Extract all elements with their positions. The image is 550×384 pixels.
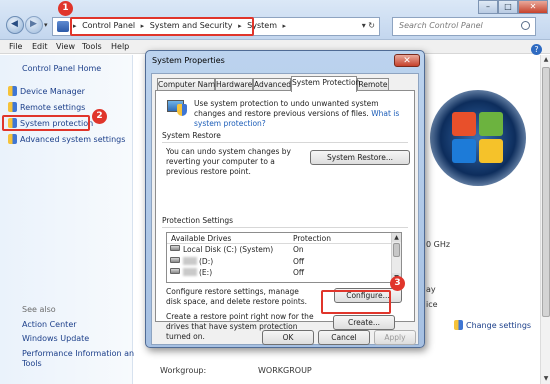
window-controls: – □ ✕ [478, 0, 548, 14]
scroll-thumb[interactable] [542, 67, 550, 317]
shield-icon [8, 86, 17, 96]
divider [162, 142, 408, 143]
system-protection-highlight [2, 115, 90, 131]
intro-description: Use system protection to undo unwanted s… [194, 99, 379, 118]
drive-icon [170, 268, 180, 274]
maximize-button[interactable]: □ [498, 0, 518, 14]
column-protection[interactable]: Protection [293, 234, 331, 243]
drives-list-header: Available Drives Protection [167, 233, 391, 244]
configure-description: Configure restore settings, manage disk … [166, 287, 308, 306]
system-restore-group-title: System Restore [162, 131, 221, 140]
workgroup-value: WORKGROUP [258, 366, 312, 375]
drive-row[interactable]: Local Disk (C:) (System) On [167, 245, 391, 255]
processor-speed-fragment: 0 GHz [426, 240, 451, 249]
recent-pages-dropdown-icon[interactable]: ▾ [44, 21, 48, 29]
system-protection-panel: Use system protection to undo unwanted s… [155, 90, 415, 341]
dialog-close-button[interactable]: ✕ [394, 54, 420, 67]
forward-arrow-icon: ▶ [30, 19, 37, 29]
windows-logo [430, 90, 526, 186]
sidebar-item-device-manager[interactable]: Device Manager [8, 86, 85, 96]
drive-name: (D:) [199, 257, 214, 266]
explorer-titlebar: ◀ ▶ ▾ ▸ Control Panel ▸ System and Secur… [0, 0, 550, 40]
drives-list[interactable]: Available Drives Protection Local Disk (… [166, 232, 402, 283]
change-settings-label: Change settings [466, 321, 532, 330]
forward-button[interactable]: ▶ [25, 16, 43, 34]
column-available-drives[interactable]: Available Drives [171, 234, 231, 243]
display-fragment: ay [426, 285, 436, 294]
search-icon [521, 21, 530, 30]
intro-text: Use system protection to undo unwanted s… [194, 99, 404, 129]
redacted-drive-label [183, 268, 197, 276]
menu-view[interactable]: View [56, 42, 75, 51]
sidebar-item-advanced-system-settings[interactable]: Advanced system settings [8, 134, 125, 144]
protection-settings-group-title: Protection Settings [162, 216, 234, 225]
minimize-button[interactable]: – [478, 0, 498, 14]
menu-help[interactable]: Help [111, 42, 129, 51]
search-input[interactable]: Search Control Panel [392, 17, 536, 36]
drive-protection: Off [293, 257, 305, 266]
sidebar-link-action-center[interactable]: Action Center [22, 320, 77, 329]
cancel-button[interactable]: Cancel [318, 330, 370, 345]
help-icon[interactable]: ? [531, 44, 542, 55]
change-settings-link[interactable]: Change settings [454, 320, 531, 330]
sidebar-item-label: Device Manager [20, 87, 85, 96]
breadcrumb-separator[interactable]: ▸ [283, 22, 287, 30]
dialog-title: System Properties [152, 56, 225, 65]
refresh-icon[interactable]: ▾ ↻ [362, 21, 375, 30]
content-scrollbar[interactable]: ▲ ▼ [540, 55, 550, 384]
drive-protection: Off [293, 268, 305, 277]
drive-name: Local Disk (C:) (System) [183, 245, 274, 254]
create-button[interactable]: Create... [333, 315, 395, 330]
menu-tools[interactable]: Tools [82, 42, 102, 51]
menu-file[interactable]: File [9, 42, 22, 51]
system-restore-button[interactable]: System Restore... [310, 150, 410, 165]
system-restore-description: You can undo system changes by reverting… [166, 147, 291, 176]
scroll-up-arrow-icon[interactable]: ▲ [392, 233, 401, 242]
sidebar-item-label: Remote settings [20, 103, 86, 112]
shield-icon [8, 102, 17, 112]
windows-flag-icon [452, 112, 504, 164]
control-panel-icon [57, 21, 69, 32]
device-fragment: ice [426, 300, 438, 309]
drive-icon [170, 245, 180, 251]
scroll-up-arrow-icon[interactable]: ▲ [541, 55, 550, 65]
apply-button[interactable]: Apply [374, 330, 416, 345]
sidebar-item-label: Advanced system settings [20, 135, 126, 144]
scroll-down-arrow-icon[interactable]: ▼ [541, 374, 550, 384]
system-protection-icon [167, 98, 187, 116]
see-also-heading: See also [22, 305, 56, 314]
divider [162, 227, 408, 228]
breadcrumb-highlight [70, 17, 254, 36]
drive-row[interactable]: (E:) Off [167, 268, 391, 278]
drive-name: (E:) [199, 268, 213, 277]
back-arrow-icon: ◀ [11, 19, 18, 29]
step-badge-1: 1 [58, 1, 73, 16]
shield-icon [8, 134, 17, 144]
tab-system-protection[interactable]: System Protection [291, 76, 360, 92]
sidebar-item-remote-settings[interactable]: Remote settings [8, 102, 85, 112]
drive-protection: On [293, 245, 304, 254]
create-button-highlight [321, 290, 391, 314]
close-button[interactable]: ✕ [518, 0, 548, 14]
sidebar-link-performance-information[interactable]: Performance Information and [22, 349, 139, 358]
drives-scrollbar[interactable]: ▲ ▼ [391, 233, 401, 282]
ok-button[interactable]: OK [262, 330, 314, 345]
redacted-drive-label [183, 257, 197, 265]
step-badge-2: 2 [92, 109, 107, 124]
search-placeholder: Search Control Panel [399, 21, 483, 30]
sidebar-link-windows-update[interactable]: Windows Update [22, 334, 89, 343]
drive-row[interactable]: (D:) Off [167, 257, 391, 267]
menu-edit[interactable]: Edit [32, 42, 48, 51]
sidebar-link-performance-tools[interactable]: Tools [22, 359, 42, 368]
drive-icon [170, 257, 180, 263]
workgroup-label: Workgroup: [160, 366, 207, 375]
scroll-thumb[interactable] [393, 243, 400, 257]
sidebar-item-control-panel-home[interactable]: Control Panel Home [22, 64, 101, 73]
step-badge-3: 3 [390, 276, 405, 291]
back-button[interactable]: ◀ [6, 16, 24, 34]
shield-icon [454, 320, 463, 330]
